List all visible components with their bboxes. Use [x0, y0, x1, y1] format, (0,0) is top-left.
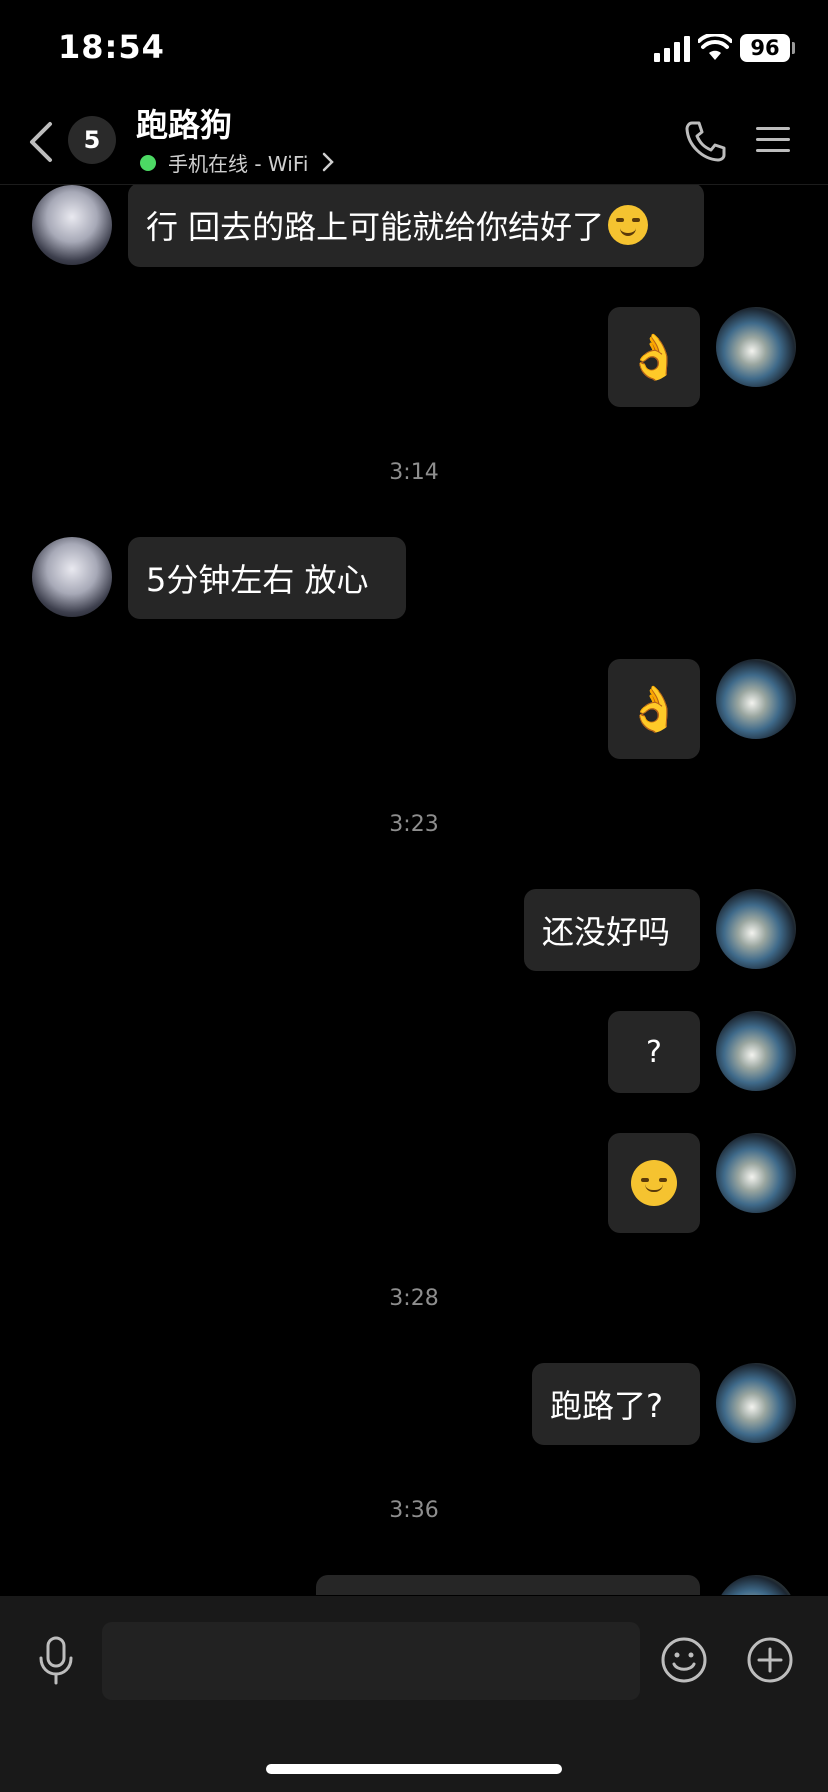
contact-avatar[interactable] [32, 537, 112, 617]
mic-icon[interactable] [36, 1636, 76, 1686]
online-status[interactable]: 手机在线 - WiFi [168, 148, 308, 177]
home-indicator[interactable] [266, 1764, 562, 1774]
timestamp: 3:14 [389, 460, 439, 485]
battery-icon: 96 [740, 34, 790, 62]
plus-icon[interactable] [746, 1636, 794, 1684]
battery-tip [792, 42, 795, 54]
smirk-face-icon [608, 205, 649, 245]
message-text: ? [646, 1034, 662, 1070]
message-text: 5分钟左右 放心 [146, 561, 369, 599]
my-avatar[interactable] [716, 659, 796, 739]
message-text: 行 回去的路上可能就给你结好了 [146, 208, 605, 246]
message-bubble[interactable]: 还没好吗 [524, 889, 700, 971]
my-avatar[interactable] [716, 1133, 796, 1213]
menu-icon[interactable] [756, 122, 790, 158]
my-avatar[interactable] [716, 1575, 796, 1595]
message-bubble[interactable]: 👌 [608, 659, 700, 759]
message-bubble[interactable]: 5分钟左右 放心 [128, 537, 406, 619]
my-avatar[interactable] [716, 1011, 796, 1091]
message-input[interactable] [102, 1622, 640, 1700]
status-time: 18:54 [58, 28, 165, 66]
message-text: 跑路了? [550, 1387, 663, 1425]
timestamp: 3:28 [389, 1286, 439, 1311]
back-chevron-icon[interactable] [26, 120, 56, 164]
my-avatar[interactable] [716, 889, 796, 969]
contact-avatar[interactable] [32, 185, 112, 265]
timestamp: 3:23 [389, 812, 439, 837]
timestamp: 3:36 [389, 1498, 439, 1523]
message-bubble[interactable] [316, 1575, 700, 1595]
message-bubble[interactable]: 👌 [608, 307, 700, 407]
message-bubble[interactable] [608, 1133, 700, 1233]
ok-hand-icon: 👌 [626, 684, 682, 735]
chevron-right-icon[interactable] [322, 152, 334, 172]
message-bubble[interactable]: ? [608, 1011, 700, 1093]
message-list[interactable]: 行 回去的路上可能就给你结好了 👌 3:14 5分钟左右 放心 👌 3:23 还… [0, 185, 828, 1595]
pensive-face-icon [631, 1160, 677, 1206]
ok-hand-icon: 👌 [626, 332, 682, 383]
message-bubble[interactable]: 行 回去的路上可能就给你结好了 [128, 185, 704, 267]
message-bubble[interactable]: 跑路了? [532, 1363, 700, 1445]
my-avatar[interactable] [716, 307, 796, 387]
chat-title[interactable]: 跑路狗 [136, 100, 232, 146]
status-bar: 18:54 96 [0, 0, 828, 100]
online-indicator [140, 155, 156, 171]
composer-bar [0, 1596, 828, 1792]
my-avatar[interactable] [716, 1363, 796, 1443]
message-text: 还没好吗 [542, 913, 671, 951]
signal-icon [654, 36, 690, 62]
phone-icon[interactable] [682, 118, 728, 164]
unread-count-badge[interactable]: 5 [68, 116, 116, 164]
wifi-icon [698, 34, 732, 60]
smile-icon[interactable] [660, 1636, 708, 1684]
chat-header: 5 跑路狗 手机在线 - WiFi [0, 100, 828, 185]
